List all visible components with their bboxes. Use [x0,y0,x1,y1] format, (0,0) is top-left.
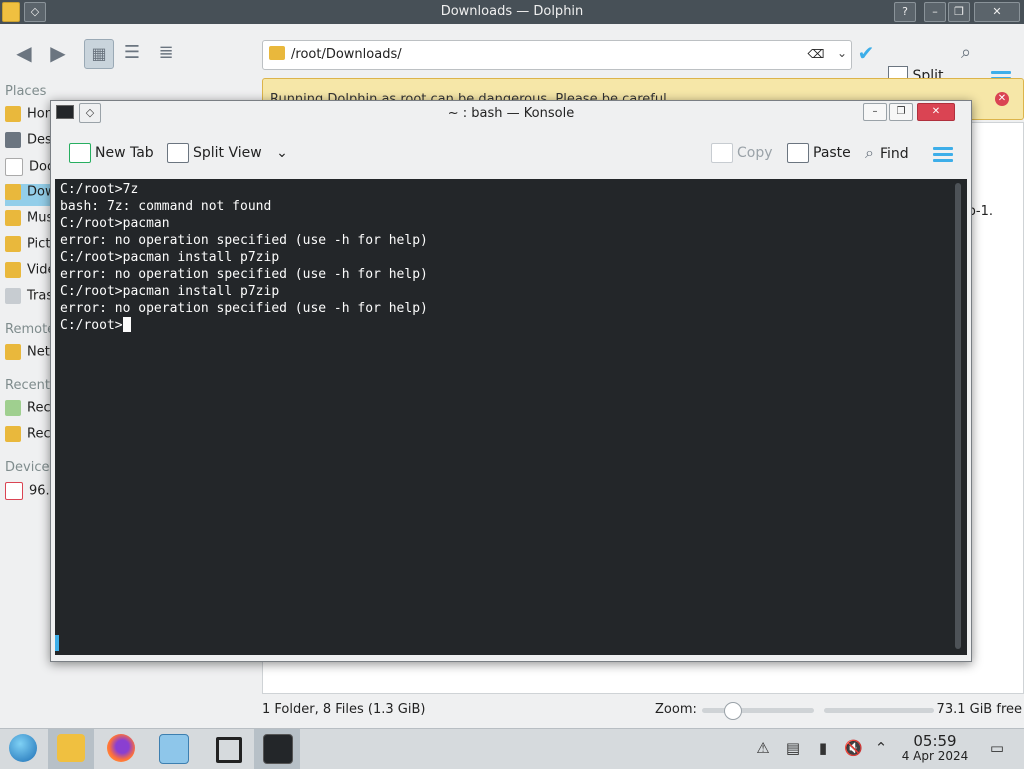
terminal-line: C:/root>pacman [60,216,170,231]
drive-icon [5,482,23,500]
home-icon [5,106,21,122]
konsole-titlebar[interactable]: ◇ ~ : bash — Konsole – ❐ ✕ [51,101,971,125]
search-icon[interactable]: ⌕ [952,39,980,67]
start-orb-icon [9,734,37,762]
details-view-icon[interactable]: ≣ [152,39,180,67]
task-firefox[interactable] [98,729,144,769]
task-windows[interactable] [204,729,250,769]
task-konsole[interactable] [254,729,300,769]
split-view-icon [167,143,189,163]
forward-icon[interactable]: ▶ [44,39,72,67]
downloads-icon [5,184,21,200]
zoom-knob[interactable] [724,702,742,720]
copy-icon [711,143,733,163]
copy-button[interactable]: Copy [711,143,773,163]
checkmark-icon[interactable]: ✔ [852,39,880,67]
settings-icon [159,734,189,764]
terminal-line: C:/root>7z [60,182,139,197]
konsole-window: ◇ ~ : bash — Konsole – ❐ ✕ New Tab Split… [50,100,972,662]
clock[interactable]: 05:59 4 Apr 2024 [898,732,972,763]
text-cursor [122,317,131,332]
icons-view-icon[interactable]: ▦ [84,39,114,69]
show-desktop-icon[interactable]: ▭ [988,739,1006,757]
documents-icon [5,158,23,176]
location-bar[interactable]: /root/Downloads/ ⌫ ⌄ [262,40,852,70]
terminal-line: C:/root>pacman install p7zip [60,284,280,299]
places-header: Places [5,84,47,99]
devices-header: Devices [5,460,57,475]
recent-locations-icon [5,426,21,442]
terminal-line: error: no operation specified (use -h fo… [60,267,428,282]
music-icon [5,210,21,226]
folder-icon [57,734,85,762]
clock-time: 05:59 [913,732,957,750]
chevron-down-icon: ⌄ [276,145,288,161]
chevron-up-icon[interactable]: ⌃ [872,739,890,757]
dolphin-title: Downloads — Dolphin [440,4,584,19]
network-icon [5,344,21,360]
start-menu-button[interactable] [0,729,46,769]
clear-icon[interactable]: ⌫ [807,46,825,62]
remote-header: Remote [5,322,56,337]
help-button[interactable]: ? [894,2,916,22]
close-button[interactable]: ✕ [917,103,955,121]
minimize-button[interactable]: – [863,103,887,121]
free-space-bar [824,708,934,713]
new-tab-icon [69,143,91,163]
zoom-slider[interactable] [702,702,814,720]
close-button[interactable]: ✕ [974,2,1020,22]
free-space: 73.1 GiB free [936,702,1022,717]
clipboard-icon[interactable]: ▤ [784,739,802,757]
terminal-line: C:/root>pacman install p7zip [60,250,280,265]
windows-icon [216,737,242,763]
split-view-button[interactable]: Split View ⌄ [167,143,288,163]
trash-icon [5,288,21,304]
terminal-scrollbar[interactable] [955,183,961,649]
terminal-marker [55,635,59,651]
videos-icon [5,262,21,278]
folder-icon [269,46,285,60]
notification-icon[interactable]: ⚠ [754,739,772,757]
menu-icon[interactable] [933,147,953,162]
terminal-prompt: C:/root> [60,318,123,333]
desktop-icon [5,132,21,148]
task-system-settings[interactable] [150,729,196,769]
paste-button[interactable]: Paste [787,143,851,163]
taskbar: ⚠ ▤ ▮ 🔇 ⌃ 05:59 4 Apr 2024 ▭ [0,728,1024,769]
terminal-line: bash: 7z: command not found [60,199,272,214]
terminal-line: error: no operation specified (use -h fo… [60,233,428,248]
terminal-icon [263,734,293,764]
maximize-button[interactable]: ❐ [948,2,970,22]
task-dolphin[interactable] [48,729,94,769]
back-icon[interactable]: ◀ [10,39,38,67]
dolphin-statusbar: 1 Folder, 8 Files (1.3 GiB) Zoom: 73.1 G… [262,700,1024,722]
terminal-output: C:/root>7z bash: 7z: command not found C… [60,181,428,334]
dolphin-titlebar[interactable]: ◇ Downloads — Dolphin ? – ❐ ✕ [0,0,1024,24]
volume-muted-icon[interactable]: 🔇 [844,739,863,757]
terminal-line: error: no operation specified (use -h fo… [60,301,428,316]
clock-date: 4 Apr 2024 [901,749,969,763]
recent-files-icon [5,400,21,416]
location-path: /root/Downloads/ [291,47,402,62]
battery-icon[interactable]: ▮ [814,739,832,757]
paste-icon [787,143,809,163]
search-icon: ⌕ [865,143,874,162]
pictures-icon [5,236,21,252]
close-warning-icon[interactable]: ✕ [995,92,1009,106]
zoom-label: Zoom: [655,702,697,717]
chevron-down-icon[interactable]: ⌄ [837,46,847,60]
maximize-button[interactable]: ❐ [889,103,913,121]
konsole-title: ~ : bash — Konsole [447,106,575,121]
minimize-button[interactable]: – [924,2,946,22]
find-button[interactable]: ⌕ Find [865,143,909,163]
recent-header: Recent [5,378,50,393]
firefox-icon [107,734,135,762]
folder-info: 1 Folder, 8 Files (1.3 GiB) [262,702,426,717]
compact-view-icon[interactable]: ☰ [118,39,146,67]
konsole-toolbar: New Tab Split View ⌄ Copy Paste ⌕ Find [55,133,967,175]
terminal-area[interactable]: C:/root>7z bash: 7z: command not found C… [55,179,967,655]
new-tab-button[interactable]: New Tab [69,143,154,163]
